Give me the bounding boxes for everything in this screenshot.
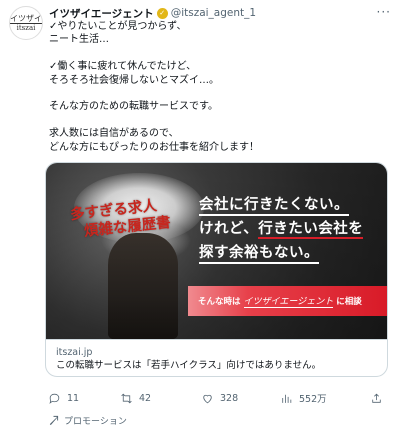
ribbon-cta: に相談: [336, 297, 362, 307]
verified-badge-icon: ✓: [156, 7, 168, 19]
headline-line-2b: 行きたい会社を: [258, 221, 364, 239]
views-count: 552万: [299, 394, 327, 405]
tweet-text: ✓やりたいことが見つからず、 ニート生活… ✓働く事に疲れて休んでたけど、 そろ…: [49, 21, 259, 153]
views-button[interactable]: 552万: [280, 391, 327, 405]
more-options-button[interactable]: ···: [377, 5, 391, 19]
ribbon-brand: イツザイエージェント: [243, 294, 334, 308]
avatar-logo-bottom: itszai: [16, 23, 36, 32]
tweet-header: イツザイエージェント ✓ @itszai_agent_1 ···: [49, 5, 391, 21]
avatar[interactable]: イツザイ itszai: [9, 6, 43, 40]
ribbon-prefix: そんな時は: [198, 297, 241, 307]
headline-line-3: 探す余裕もない。: [199, 245, 319, 264]
retweet-count: 42: [139, 392, 152, 404]
heart-icon: [203, 394, 212, 403]
link-card[interactable]: 多すぎる求人 煩雑な履歴書 会社に行きたくない。 けれど、行きたい会社を 探す余…: [45, 162, 388, 377]
card-meta[interactable]: itszai.jp この転職サービスは「若手ハイクラス」向けではありません。: [46, 339, 387, 376]
headline-line-1: 会社に行きたくない。: [199, 197, 349, 216]
reply-count: 11: [67, 392, 80, 404]
retweet-icon: [121, 393, 132, 403]
author-name[interactable]: イツザイエージェント: [49, 6, 154, 21]
author-handle[interactable]: @itszai_agent_1: [171, 7, 256, 19]
reply-icon: [49, 393, 60, 404]
reply-button[interactable]: 11: [48, 392, 79, 405]
avatar-logo-top: イツザイ: [10, 13, 42, 24]
share-icon: [372, 393, 381, 403]
share-button[interactable]: [370, 392, 389, 405]
headline-line-2a: けれど、: [199, 221, 259, 237]
retweet-button[interactable]: 42: [120, 392, 151, 405]
like-button[interactable]: 328: [201, 392, 238, 405]
card-title: この転職サービスは「若手ハイクラス」向けではありません。: [56, 360, 322, 371]
avatar-logo: イツザイ itszai: [10, 13, 42, 32]
views-chart-icon: [282, 394, 292, 403]
promotion-text: プロモーション: [64, 417, 127, 427]
card-domain: itszai.jp: [56, 347, 93, 358]
action-bar: 11 42 328 552万: [48, 389, 388, 407]
like-count: 328: [220, 392, 239, 404]
promotion-label[interactable]: プロモーション: [48, 414, 127, 427]
promoted-icon: [49, 415, 59, 426]
card-headline: 会社に行きたくない。 けれど、行きたい会社を 探す余裕もない。: [199, 193, 364, 265]
cta-ribbon: そんな時は イツザイエージェント に相談: [188, 286, 387, 316]
card-image[interactable]: 多すぎる求人 煩雑な履歴書 会社に行きたくない。 けれど、行きたい会社を 探す余…: [46, 163, 387, 339]
